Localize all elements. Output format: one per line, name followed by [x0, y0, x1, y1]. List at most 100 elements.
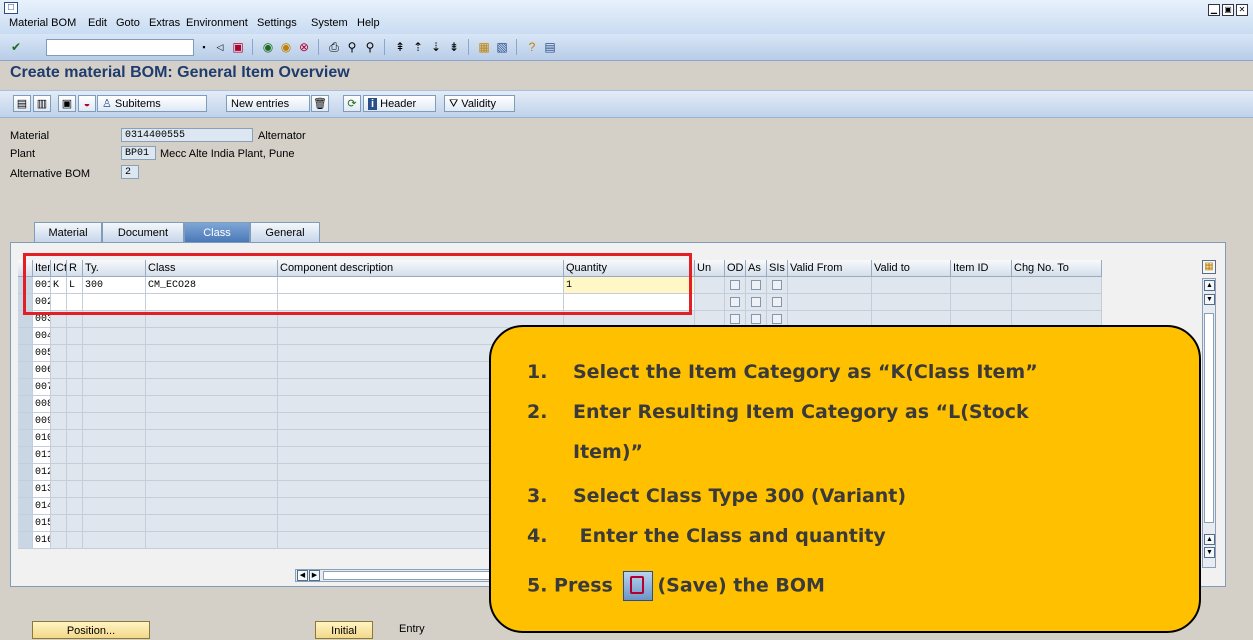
cell-resulting-category[interactable] [67, 413, 83, 430]
cell-resulting-category[interactable] [67, 430, 83, 447]
column-header-unit[interactable]: Un [695, 260, 725, 277]
cell-class-type[interactable] [83, 481, 146, 498]
help-icon[interactable]: ? [524, 39, 540, 55]
menu-goto[interactable]: Goto [116, 17, 140, 29]
tab-general[interactable]: General [250, 222, 320, 242]
scroll-thumb[interactable] [1204, 313, 1214, 523]
cell-item[interactable]: 0070 [33, 379, 51, 396]
row-selector[interactable] [18, 481, 33, 498]
cell-change-number-to[interactable] [1012, 294, 1102, 311]
last-page-icon[interactable]: ⇟ [446, 39, 462, 55]
cell-item-category[interactable] [51, 430, 67, 447]
cell-item[interactable]: 0110 [33, 447, 51, 464]
cell-resulting-category[interactable] [67, 481, 83, 498]
cell-od[interactable] [725, 277, 746, 294]
system-menu-icon[interactable]: ☐ [4, 2, 18, 14]
column-header-valid-from[interactable]: Valid From [788, 260, 872, 277]
display-change-icon[interactable]: ▤ [13, 95, 31, 112]
menu-help[interactable]: Help [357, 17, 380, 29]
cell-resulting-category[interactable] [67, 345, 83, 362]
cell-item[interactable]: 0060 [33, 362, 51, 379]
row-selector[interactable] [18, 379, 33, 396]
cell-class-type[interactable] [83, 396, 146, 413]
cell-resulting-category[interactable] [67, 532, 83, 549]
cell-item[interactable]: 0090 [33, 413, 51, 430]
cell-item-category[interactable] [51, 328, 67, 345]
cell-valid-to[interactable] [872, 294, 951, 311]
cell-item-category[interactable] [51, 464, 67, 481]
checkbox[interactable] [751, 314, 761, 324]
cell-resulting-category[interactable] [67, 328, 83, 345]
validity-button[interactable]: ⛛ Validity [444, 95, 515, 112]
tab-material[interactable]: Material [34, 222, 102, 242]
command-field[interactable] [46, 39, 194, 56]
column-header-as[interactable]: As [746, 260, 767, 277]
back-icon[interactable]: ◉ [260, 39, 276, 55]
cell-resulting-category[interactable] [67, 362, 83, 379]
cell-class-type[interactable] [83, 345, 146, 362]
layout-menu-icon[interactable]: ▤ [542, 39, 558, 55]
scroll-down-icon[interactable]: ▼ [1204, 294, 1215, 305]
cell-class[interactable] [146, 379, 278, 396]
cell-class[interactable] [146, 464, 278, 481]
menu-edit[interactable]: Edit [88, 17, 107, 29]
restore-icon[interactable]: ▣ [1222, 4, 1234, 16]
cell-class[interactable] [146, 413, 278, 430]
back-arrow-icon[interactable]: ◁ [212, 39, 228, 55]
enter-icon[interactable]: ✔ [8, 39, 24, 55]
row-selector[interactable] [18, 396, 33, 413]
cell-unit[interactable] [695, 294, 725, 311]
row-selector[interactable] [18, 345, 33, 362]
initial-button[interactable]: Initial [315, 621, 373, 639]
cell-unit[interactable] [695, 277, 725, 294]
minimize-icon[interactable]: ▁ [1208, 4, 1220, 16]
select-all-icon[interactable]: ▥ [33, 95, 51, 112]
cell-class[interactable] [146, 532, 278, 549]
menu-material-bom[interactable]: Material BOM [9, 17, 76, 29]
row-selector[interactable] [18, 328, 33, 345]
cell-item-category[interactable] [51, 379, 67, 396]
trash-icon[interactable]: 🗑 [311, 95, 329, 112]
find-icon[interactable]: ⚲ [344, 39, 360, 55]
scroll-page-down-icon[interactable]: ▼ [1204, 547, 1215, 558]
cell-item[interactable]: 0140 [33, 498, 51, 515]
cell-item-category[interactable] [51, 447, 67, 464]
cell-item[interactable]: 0080 [33, 396, 51, 413]
menu-settings[interactable]: Settings [257, 17, 297, 29]
horizontal-scroll-thumb[interactable] [323, 571, 493, 580]
cell-class-type[interactable] [83, 515, 146, 532]
row-selector[interactable] [18, 532, 33, 549]
cancel-icon[interactable]: ⊗ [296, 39, 312, 55]
scroll-left-icon[interactable]: ◀ [297, 570, 308, 581]
checkbox[interactable] [751, 297, 761, 307]
cell-resulting-category[interactable] [67, 447, 83, 464]
cell-class[interactable] [146, 515, 278, 532]
checkbox[interactable] [730, 280, 740, 290]
header-button[interactable]: i Header [363, 95, 436, 112]
checkbox[interactable] [772, 297, 782, 307]
row-selector[interactable] [18, 464, 33, 481]
scroll-page-up-icon[interactable]: ▲ [1204, 534, 1215, 545]
create-session-icon[interactable]: ▦ [476, 39, 492, 55]
column-header-sls[interactable]: SIs [767, 260, 788, 277]
previous-page-icon[interactable]: ⇡ [410, 39, 426, 55]
column-header-change-number-to[interactable]: Chg No. To [1012, 260, 1102, 277]
position-button[interactable]: Position... [32, 621, 150, 639]
checkbox[interactable] [772, 314, 782, 324]
cell-class-type[interactable] [83, 464, 146, 481]
cell-item[interactable]: 0120 [33, 464, 51, 481]
cell-class[interactable] [146, 447, 278, 464]
close-icon[interactable]: ✕ [1236, 4, 1248, 16]
cell-as[interactable] [746, 277, 767, 294]
cell-change-number-to[interactable] [1012, 277, 1102, 294]
cell-item[interactable]: 0150 [33, 515, 51, 532]
next-page-icon[interactable]: ⇣ [428, 39, 444, 55]
delete-item-icon[interactable]: ◒ [78, 95, 96, 112]
cell-item-category[interactable] [51, 396, 67, 413]
row-selector[interactable] [18, 413, 33, 430]
cell-item[interactable]: 0160 [33, 532, 51, 549]
new-entries-button[interactable]: New entries [226, 95, 310, 112]
find-next-icon[interactable]: ⚲ [362, 39, 378, 55]
details-icon[interactable]: ▣ [58, 95, 76, 112]
cell-class[interactable] [146, 362, 278, 379]
